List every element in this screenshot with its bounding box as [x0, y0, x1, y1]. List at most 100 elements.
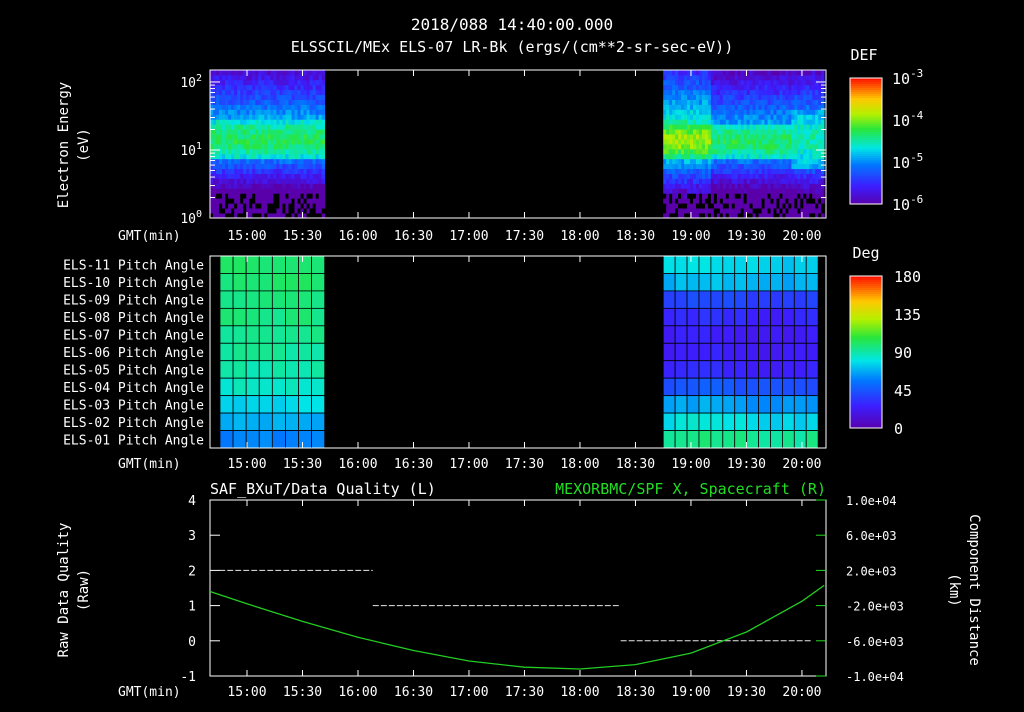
pitch-angle-cell	[710, 255, 724, 274]
energy-spectrogram-cell	[273, 183, 277, 189]
energy-spectrogram-cell	[767, 129, 771, 135]
deg-colorbar-segment	[850, 396, 882, 399]
pitch-angle-cell	[698, 377, 712, 397]
energy-spectrogram-cell	[279, 89, 283, 96]
energy-spectrogram-cell	[669, 193, 673, 199]
energy-spectrogram-cell	[306, 139, 310, 145]
energy-spectrogram-cell	[237, 99, 241, 105]
deg-colorbar-segment	[850, 414, 882, 417]
energy-spectrogram-cell	[770, 163, 774, 170]
energy-spectrogram-cell	[678, 124, 682, 130]
energy-spectrogram-cell	[288, 109, 292, 115]
energy-spectrogram-cell	[713, 99, 718, 105]
pitch-angle-cell	[734, 255, 748, 274]
energy-spectrogram-cell	[255, 70, 259, 76]
pitch-angle-row-label: ELS-07 Pitch Angle	[63, 329, 204, 344]
energy-spectrogram-cell	[800, 168, 804, 174]
energy-spectrogram-cell	[687, 158, 691, 165]
pitch-angle-cell	[734, 290, 748, 309]
energy-spectrogram-cell	[800, 139, 804, 145]
energy-spectrogram-cell	[681, 158, 685, 165]
energy-spectrogram-cell	[285, 188, 289, 194]
energy-spectrogram-cell	[294, 208, 298, 214]
energy-spectrogram-cell	[273, 74, 277, 81]
energy-spectrogram-cell	[818, 178, 822, 184]
energy-spectrogram-cell	[707, 99, 712, 105]
energy-spectrogram-cell	[270, 183, 274, 189]
energy-spectrogram-cell	[710, 84, 715, 91]
energy-spectrogram-cell	[746, 134, 751, 140]
energy-spectrogram-cell	[773, 89, 777, 96]
energy-spectrogram-cell	[216, 109, 220, 115]
pitch-angle-cell	[662, 290, 676, 309]
pitch-angle-cell	[674, 430, 688, 449]
energy-spectrogram-cell	[294, 188, 298, 194]
energy-spectrogram-cell	[800, 109, 804, 115]
energy-spectrogram-cell	[734, 114, 739, 120]
energy-spectrogram-cell	[666, 178, 670, 184]
energy-spectrogram-cell	[749, 198, 754, 204]
energy-spectrogram-cell	[678, 70, 682, 76]
def-colorbar-segment	[850, 170, 882, 173]
panel3-time-tick-label: 18:30	[616, 685, 655, 700]
energy-spectrogram-cell	[737, 144, 742, 150]
energy-spectrogram-cell	[222, 153, 226, 160]
energy-spectrogram-cell	[276, 99, 280, 105]
energy-spectrogram-cell	[231, 193, 235, 199]
deg-colorbar-label: 0	[894, 420, 903, 438]
energy-spectrogram-cell	[698, 99, 703, 105]
energy-spectrogram-cell	[297, 124, 301, 130]
energy-spectrogram-cell	[246, 99, 250, 105]
energy-spectrogram-cell	[276, 84, 280, 91]
pitch-angle-cell	[746, 273, 759, 292]
energy-spectrogram-cell	[803, 109, 807, 115]
energy-spectrogram-cell	[318, 168, 323, 174]
energy-spectrogram-cell	[752, 94, 756, 100]
energy-spectrogram-cell	[755, 168, 759, 174]
energy-spectrogram-cell	[737, 163, 742, 170]
energy-spectrogram-cell	[803, 134, 807, 140]
deg-colorbar-title: Deg	[852, 244, 879, 262]
energy-spectrogram-cell	[672, 198, 676, 204]
energy-spectrogram-cell	[663, 84, 667, 91]
energy-spectrogram-cell	[261, 188, 265, 194]
energy-spectrogram-cell	[809, 70, 813, 76]
pitch-angle-cell	[710, 307, 724, 327]
pitch-angle-cell	[271, 255, 286, 274]
energy-spectrogram-cell	[701, 99, 706, 105]
energy-spectrogram-cell	[728, 104, 733, 110]
energy-spectrogram-cell	[797, 188, 801, 194]
energy-spectrogram-cell	[687, 99, 691, 105]
energy-spectrogram-cell	[276, 203, 280, 209]
energy-spectrogram-cell	[794, 84, 798, 91]
energy-spectrogram-cell	[678, 198, 682, 204]
energy-spectrogram-cell	[291, 144, 295, 150]
energy-spectrogram-cell	[690, 148, 694, 155]
pitch-angle-cell	[232, 273, 247, 292]
energy-spectrogram-cell	[710, 114, 715, 120]
energy-spectrogram-cell	[821, 144, 825, 150]
energy-spectrogram-cell	[812, 178, 816, 184]
energy-spectrogram-cell	[306, 99, 310, 105]
energy-spectrogram-cell	[273, 193, 277, 199]
energy-spectrogram-cell	[321, 79, 326, 86]
energy-spectrogram-cell	[746, 79, 751, 86]
energy-spectrogram-cell	[306, 198, 310, 204]
deg-colorbar-segment	[850, 350, 882, 353]
pitch-angle-cell	[686, 395, 700, 414]
energy-spectrogram-cell	[764, 183, 768, 189]
energy-spectrogram-cell	[255, 148, 259, 155]
energy-spectrogram-cell	[246, 89, 250, 96]
energy-spectrogram-cell	[797, 193, 801, 199]
energy-spectrogram-cell	[740, 203, 745, 209]
energy-spectrogram-cell	[806, 153, 810, 160]
deg-colorbar-segment	[850, 334, 882, 337]
energy-spectrogram-cell	[258, 188, 262, 194]
pitch-angle-cell	[805, 255, 819, 274]
energy-spectrogram-cell	[701, 89, 706, 96]
energy-spectrogram-cell	[728, 173, 733, 179]
energy-spectrogram-cell	[231, 99, 235, 105]
energy-spectrogram-cell	[749, 148, 754, 155]
energy-spectrogram-cell	[743, 148, 748, 155]
energy-spectrogram-cell	[264, 139, 268, 145]
